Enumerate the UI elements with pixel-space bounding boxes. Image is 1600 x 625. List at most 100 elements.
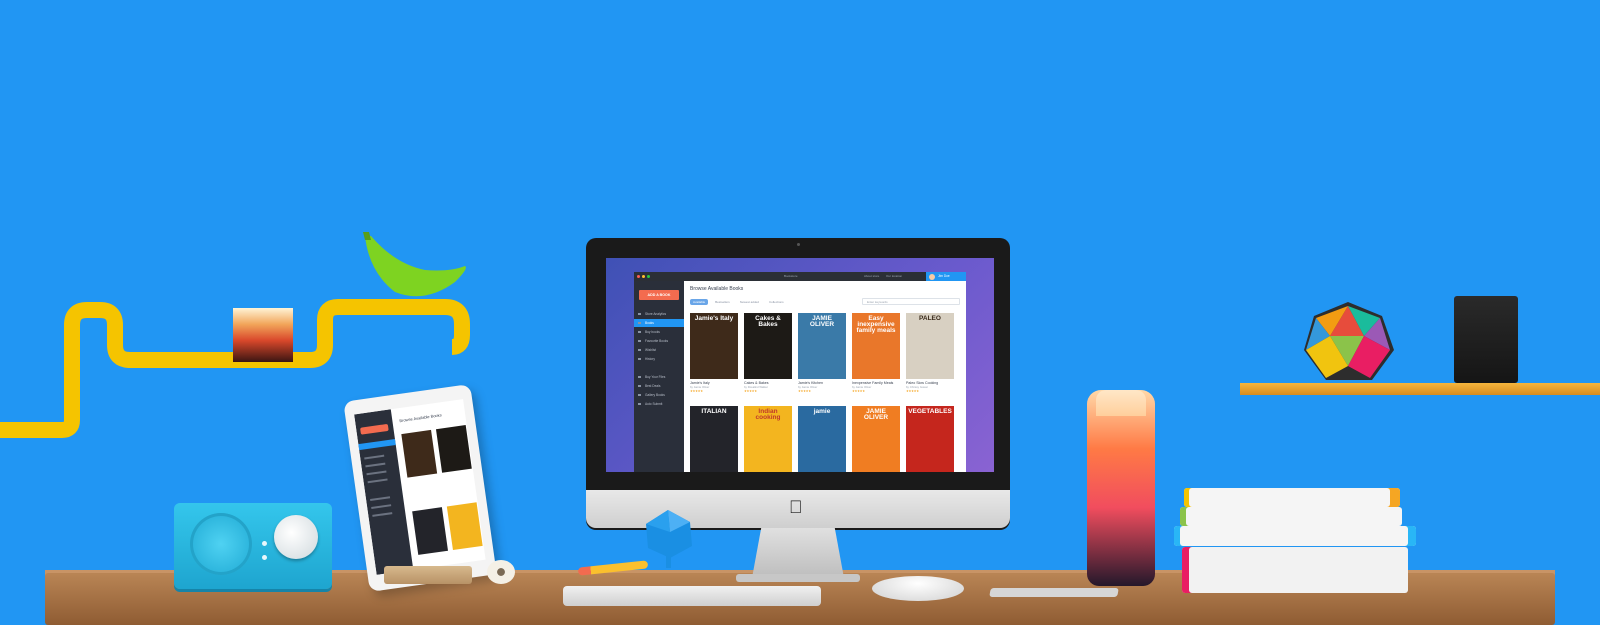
sidebar-item-label: Auto Submit — [645, 402, 663, 406]
banana — [363, 232, 466, 297]
imac-foot — [736, 574, 860, 582]
apple-logo-icon:  — [789, 497, 803, 518]
user-menu[interactable]: Jim Doe — [926, 272, 966, 281]
top-link-about[interactable]: About store — [864, 274, 879, 278]
book-cover[interactable]: jamie — [798, 406, 846, 472]
sidebar-item-label: Buy Your Files — [645, 375, 666, 379]
menu-item-icon — [638, 340, 641, 342]
page-title: Browse Available Books — [690, 286, 744, 292]
rating-stars: ★★★★★ — [852, 389, 865, 393]
sidebar-item-label: Wishlist — [645, 348, 656, 352]
main-content: Browse Available Books Available Bestsell… — [684, 281, 966, 472]
tablet-device: Browse Available Books — [343, 384, 497, 592]
cover-text: JAMIE OLIVER — [809, 315, 835, 328]
gradient-bottle — [1087, 390, 1155, 586]
indicator-dot — [262, 555, 267, 560]
tablet-menu-line — [371, 504, 392, 509]
blue-radio — [174, 503, 332, 589]
book-cover[interactable]: Indian cooking — [744, 406, 792, 472]
imac-stand — [752, 528, 844, 578]
book-cover[interactable]: Cakes & Bakes — [744, 313, 792, 379]
book-card[interactable]: Easy inexpensive family meals Inexpensive… — [852, 313, 900, 393]
tab-collections[interactable]: Collections — [766, 299, 787, 305]
menu-item-icon — [638, 358, 641, 360]
camera-dot — [797, 243, 800, 246]
tablet-book-cover[interactable] — [436, 425, 472, 473]
filter-tabs: Available Bestsellers Newest added Collecti… — [690, 299, 787, 305]
maximize-icon[interactable] — [647, 275, 650, 278]
sidebar-item-auto-submit[interactable]: Auto Submit — [634, 400, 684, 408]
book-cover[interactable]: JAMIE OLIVER — [852, 406, 900, 472]
cover-text: jamie — [813, 408, 831, 415]
blue-polyhedron — [646, 510, 692, 568]
book-card[interactable]: jamie — [798, 406, 846, 472]
tablet-book-cover[interactable] — [447, 502, 483, 550]
sidebar-item-label: Store Analytics — [645, 312, 667, 316]
book-card[interactable]: Indian cooking — [744, 406, 792, 472]
minimize-icon[interactable] — [642, 275, 645, 278]
bottle-cap — [1096, 390, 1146, 416]
book-card[interactable]: Cakes & Bakes Cakes & Bakes by Rosalind Wa… — [744, 313, 792, 393]
sidebar-item-label: Favourite Books — [645, 339, 669, 343]
menu-item-icon — [638, 403, 641, 405]
book-stack-upper — [1180, 507, 1402, 526]
smartphone — [989, 588, 1119, 597]
cover-text: ITALIAN — [701, 408, 727, 415]
cover-text: VEGETABLES — [908, 408, 952, 415]
book-card[interactable]: JAMIE OLIVER — [852, 406, 900, 472]
book-cover[interactable]: JAMIE OLIVER — [798, 313, 846, 379]
tablet-book-cover[interactable] — [401, 429, 438, 478]
bookstore-app-window: Bookstore About store Our location Jim D… — [634, 272, 966, 472]
book-cover[interactable]: Jamie's Italy — [690, 313, 738, 379]
cover-text: Indian cooking — [755, 408, 781, 421]
orange-wall-shelf — [1240, 383, 1600, 395]
sidebar-item-gallery-books[interactable]: Gallery Books — [634, 391, 684, 399]
tablet-screen: Browse Available Books — [354, 399, 486, 575]
sidebar-item-wishlist[interactable]: Wishlist — [634, 346, 684, 354]
tab-available[interactable]: Available — [690, 299, 709, 305]
mouse — [872, 576, 964, 601]
sidebar-item-books[interactable]: Books — [634, 319, 684, 327]
book-cover[interactable]: PALEO — [906, 313, 954, 379]
book-card[interactable]: ITALIAN — [690, 406, 738, 472]
close-icon[interactable] — [637, 275, 640, 278]
tablet-active-item[interactable] — [358, 438, 397, 451]
sidebar-item-history[interactable]: History — [634, 355, 684, 363]
tablet-add-button[interactable] — [360, 423, 389, 435]
book-cover[interactable]: ITALIAN — [690, 406, 738, 472]
book-card[interactable]: Jamie's Italy Jamie's Italy by Jamie Olive… — [690, 313, 738, 393]
sidebar-item-label: Buy books — [645, 330, 660, 334]
window-title: Bookstore — [784, 274, 798, 278]
add-book-button[interactable]: ADD A BOOK — [639, 290, 679, 300]
cover-text: Cakes & Bakes — [755, 315, 781, 328]
rating-stars: ★★★★★ — [744, 389, 757, 393]
menu-item-icon — [638, 376, 641, 378]
keyboard — [563, 586, 821, 606]
top-link-location[interactable]: Our location — [886, 274, 902, 278]
tablet-menu-line — [364, 454, 385, 460]
sidebar-item-buy-your-files[interactable]: Buy Your Files — [634, 373, 684, 381]
user-name: Jim Doe — [938, 274, 950, 278]
sidebar-item-favourite-books[interactable]: Favourite Books — [634, 337, 684, 345]
tab-bestsellers[interactable]: Bestsellers — [712, 299, 733, 305]
book-stack-top — [1184, 488, 1400, 507]
book-cover[interactable]: Easy inexpensive family meals — [852, 313, 900, 379]
sidebar-item-best-deals[interactable]: Best Deals — [634, 382, 684, 390]
sidebar-item-buy-books[interactable]: Buy books — [634, 328, 684, 336]
sidebar-item-store-analytics[interactable]: Store Analytics — [634, 310, 684, 318]
gradient-cube — [233, 308, 293, 362]
cover-text: Easy inexpensive family meals — [856, 315, 896, 334]
search-input[interactable]: Enter keywords — [862, 298, 960, 305]
volume-knob — [274, 515, 318, 559]
book-card[interactable]: PALEO Paleo Slow Cooking by Chrissy Gower ★… — [906, 313, 954, 393]
wooden-tablet-stand — [384, 566, 472, 584]
book-card[interactable]: JAMIE OLIVER Jamie's Kitchen by Jamie Oliv… — [798, 313, 846, 393]
book-card[interactable]: VEGETABLES — [906, 406, 954, 472]
indicator-dot — [262, 541, 267, 546]
menu-item-icon — [638, 394, 641, 396]
sidebar-item-label: Gallery Books — [645, 393, 665, 397]
tablet-book-cover[interactable] — [412, 507, 449, 555]
tab-newest-added[interactable]: Newest added — [737, 299, 762, 305]
cover-text: JAMIE OLIVER — [863, 408, 889, 421]
book-cover[interactable]: VEGETABLES — [906, 406, 954, 472]
